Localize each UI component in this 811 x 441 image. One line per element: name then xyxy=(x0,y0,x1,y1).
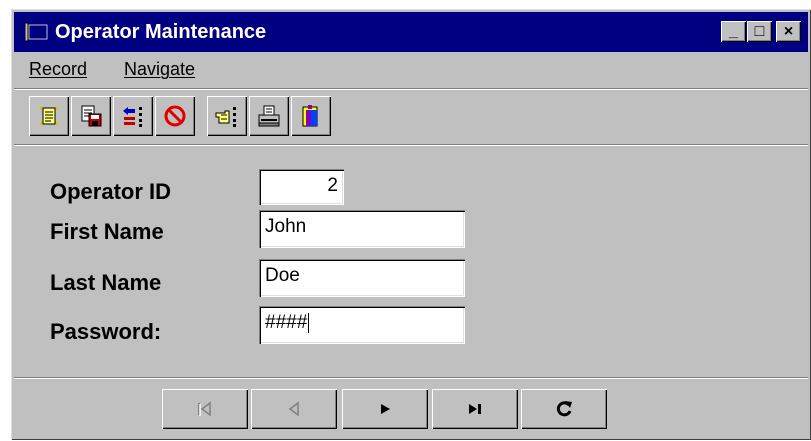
save-record-icon xyxy=(81,105,102,127)
refresh-icon xyxy=(556,401,572,417)
exit-icon xyxy=(302,105,318,127)
first-name-label: First Name xyxy=(50,219,164,244)
new-record-button[interactable] xyxy=(29,96,69,136)
window-title: Operator Maintenance xyxy=(55,21,267,43)
menu-separator xyxy=(14,88,808,90)
text-caret xyxy=(308,312,310,333)
operator-form: Operator ID 2 First Name John Last Name … xyxy=(14,149,808,377)
menu-bar: Record Navigate xyxy=(14,55,808,85)
menu-record-label: Record xyxy=(29,59,88,79)
last-record-icon xyxy=(469,404,481,414)
find-record-icon xyxy=(215,107,236,127)
last-record-button[interactable] xyxy=(432,389,518,429)
close-button[interactable]: × xyxy=(776,21,801,42)
refresh-button[interactable] xyxy=(521,389,607,429)
title-bar[interactable]: Operator Maintenance _ □ × xyxy=(14,12,808,52)
first-record-button[interactable] xyxy=(162,389,248,429)
toolbar-separator xyxy=(14,144,808,146)
last-name-label: Last Name xyxy=(50,270,162,295)
first-record-icon xyxy=(198,401,211,417)
password-value: #### xyxy=(265,312,308,333)
last-name-field[interactable]: Doe xyxy=(259,259,465,297)
first-name-field[interactable]: John xyxy=(259,210,465,248)
undo-changes-icon xyxy=(123,107,142,127)
minimize-button[interactable]: _ xyxy=(721,21,746,42)
operator-id-field[interactable]: 2 xyxy=(259,169,344,205)
menu-record[interactable]: Record xyxy=(29,59,87,80)
delete-record-button[interactable] xyxy=(155,96,195,136)
record-navigator xyxy=(14,381,808,437)
app-monitor-icon xyxy=(24,22,48,42)
delete-record-icon xyxy=(164,105,186,127)
operator-maintenance-window: Operator Maintenance _ □ × Record Naviga… xyxy=(11,9,811,440)
previous-record-button[interactable] xyxy=(251,389,337,429)
find-record-button[interactable] xyxy=(207,96,247,136)
new-record-icon xyxy=(39,106,59,126)
menu-navigate-label: Navigate xyxy=(124,59,196,79)
next-record-button[interactable] xyxy=(342,389,428,429)
password-field[interactable]: #### xyxy=(259,306,465,344)
exit-button[interactable] xyxy=(291,96,331,136)
next-record-icon xyxy=(381,404,390,414)
print-icon xyxy=(258,105,280,127)
undo-changes-button[interactable] xyxy=(113,96,153,136)
print-button[interactable] xyxy=(249,96,289,136)
operator-id-label: Operator ID xyxy=(50,179,172,204)
previous-record-icon xyxy=(288,401,299,417)
save-record-button[interactable] xyxy=(71,96,111,136)
maximize-button[interactable]: □ xyxy=(747,21,772,42)
password-label: Password: xyxy=(50,319,162,344)
form-separator xyxy=(14,377,808,379)
menu-navigate[interactable]: Navigate xyxy=(124,59,195,80)
toolbar xyxy=(14,93,808,141)
